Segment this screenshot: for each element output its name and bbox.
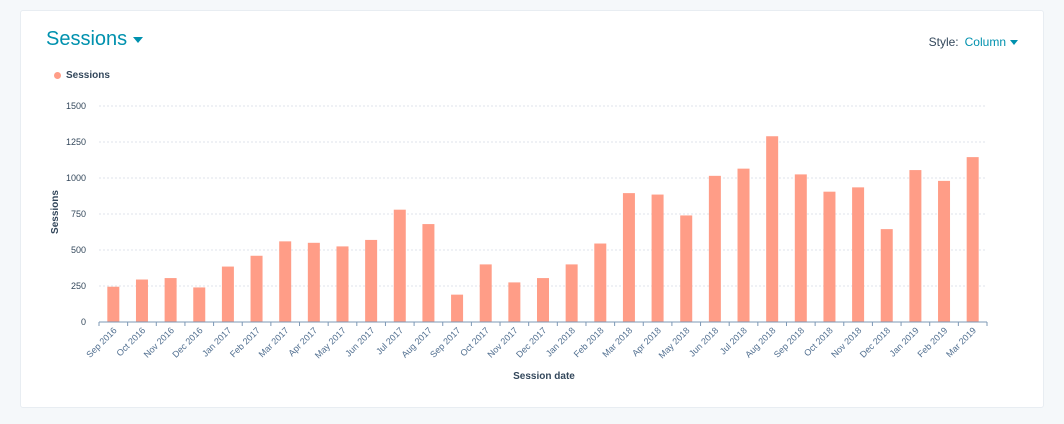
bar[interactable] [622,193,635,322]
bar[interactable] [451,294,464,322]
y-tick-label: 750 [71,209,86,219]
y-tick-label: 500 [71,245,86,255]
bar[interactable] [708,175,721,322]
y-tick-label: 1000 [66,173,86,183]
bar[interactable] [107,286,120,322]
bar[interactable] [794,174,807,322]
x-tick-label: Feb 2018 [572,325,606,359]
x-tick-label: Dec 2017 [514,325,548,359]
bar[interactable] [365,239,378,322]
x-tick-label: Nov 2017 [485,325,519,359]
bar[interactable] [823,191,836,322]
x-tick-label: Feb 2017 [228,325,262,359]
bar[interactable] [880,229,893,322]
bar[interactable] [221,266,234,322]
bar[interactable] [422,224,435,322]
bar[interactable] [737,168,750,322]
x-tick-label: Sep 2016 [84,325,118,359]
x-tick-label: May 2018 [657,325,692,360]
bar[interactable] [479,264,492,322]
y-tick-label: 1250 [66,137,86,147]
bar[interactable] [307,242,320,322]
bar[interactable] [393,209,406,322]
x-tick-label: Dec 2018 [858,325,892,359]
x-tick-label: Sep 2018 [772,325,806,359]
x-axis-ticks: Sep 2016Oct 2016Nov 2016Dec 2016Jan 2017… [84,325,978,360]
bar[interactable] [594,243,607,322]
x-tick-label: Mar 2017 [257,325,291,359]
bar[interactable] [537,278,549,322]
bar[interactable] [938,180,951,322]
y-axis-label: Sessions [50,190,61,234]
bar[interactable] [250,255,263,322]
x-axis [98,321,988,326]
x-tick-label: Jun 2018 [687,325,720,358]
bar[interactable] [193,287,206,322]
y-tick-label: 0 [81,317,86,327]
bar[interactable] [680,215,693,322]
x-tick-label: Mar 2018 [600,325,634,359]
bar[interactable] [508,282,521,322]
sessions-report-card: Sessions Style: Column Sessions 0 250 500 7… [20,10,1044,408]
x-axis-label: Session date [513,371,575,382]
y-tick-label: 250 [71,281,86,291]
bar[interactable] [279,241,292,322]
bar[interactable] [135,279,148,322]
bar[interactable] [164,278,177,322]
y-axis-ticks: 0 250 500 750 1000 1250 1500 [66,101,86,327]
bar[interactable] [909,170,922,322]
bar[interactable] [651,194,664,322]
x-tick-label: Mar 2019 [944,325,978,359]
bar[interactable] [852,187,865,322]
bar[interactable] [565,264,578,322]
x-tick-label: May 2017 [313,325,348,360]
bar[interactable] [966,157,979,322]
x-tick-label: Sep 2017 [428,325,462,359]
bars [107,136,979,322]
bar-chart: 0 250 500 750 1000 1250 1500 Sep 2016Oct 2016N… [50,101,988,382]
bar[interactable] [336,246,349,322]
bar[interactable] [766,136,779,322]
x-tick-label: Jun 2017 [343,325,376,358]
x-tick-label: Dec 2016 [170,325,204,359]
x-tick-label: Feb 2019 [915,325,949,359]
y-tick-label: 1500 [66,101,86,111]
